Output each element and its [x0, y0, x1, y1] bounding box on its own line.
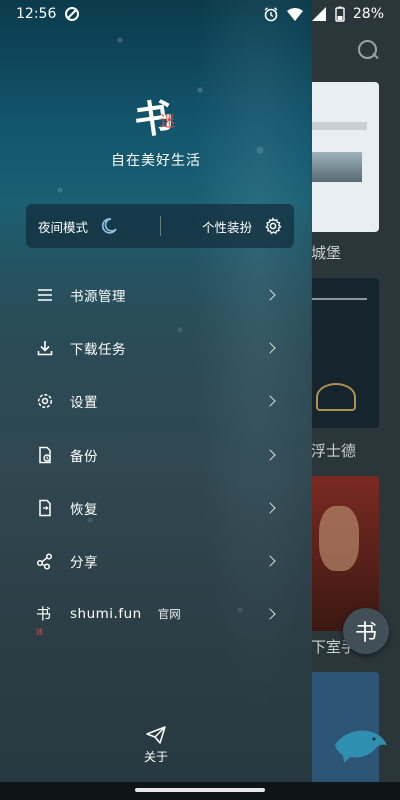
send-icon [146, 726, 166, 744]
night-mode-label: 夜间模式 [38, 219, 89, 235]
menu-item-label: 分享 [70, 555, 98, 572]
menu-item-label: 恢复 [70, 501, 98, 518]
search-icon[interactable] [356, 38, 380, 62]
book-cover[interactable] [304, 278, 379, 428]
gear-icon [265, 217, 282, 235]
menu-item-label: shumi.fun [70, 606, 142, 623]
chevron-right-icon [264, 555, 276, 567]
battery-percent: 28% [352, 6, 384, 22]
theme-label: 个性装扮 [201, 219, 252, 235]
drawer-menu: 书源管理 下载任务 设置 备份 恢复 分享 书迷 shumi.fun 官网 [0, 268, 312, 641]
menu-item-sublabel: 官网 [157, 607, 181, 622]
theme-button[interactable]: 个性装扮 [161, 204, 295, 248]
system-nav-bar [0, 782, 400, 800]
menu-item-share[interactable]: 分享 [0, 534, 312, 587]
book-title: 浮士德 [311, 442, 357, 460]
menu-item-label: 设置 [70, 395, 98, 412]
about-button[interactable]: 关于 [0, 726, 312, 765]
chevron-right-icon [264, 608, 276, 621]
data-saver-icon [65, 7, 80, 21]
navigation-drawer: 书 迷 自在美好生活 夜间模式 个性装扮 书源管理 下载任务 设置 备份 恢复 … [0, 0, 312, 800]
restore-icon [39, 499, 51, 517]
menu-item-backup[interactable]: 备份 [0, 428, 312, 481]
book-title: 城堡 [311, 244, 342, 262]
menu-item-book-sources[interactable]: 书源管理 [0, 268, 312, 321]
book-cover[interactable] [304, 82, 379, 232]
menu-item-label: 书源管理 [70, 288, 126, 305]
menu-item-settings[interactable]: 设置 [0, 375, 312, 428]
status-bar: 12:56 28% [0, 0, 400, 28]
menu-item-downloads[interactable]: 下载任务 [0, 321, 312, 374]
gear-icon [37, 394, 53, 409]
logo-icon: 书迷 [36, 605, 52, 637]
quick-settings-card: 夜间模式 个性装扮 [26, 204, 294, 248]
chevron-right-icon [264, 502, 276, 514]
battery-icon [335, 6, 345, 22]
backup-icon [39, 446, 51, 463]
signal-icon [311, 7, 326, 21]
dolphin-icon [335, 730, 387, 763]
wifi-icon [286, 8, 303, 21]
app-logo: 书 迷 [131, 93, 176, 144]
chevron-right-icon [264, 288, 276, 301]
menu-item-restore[interactable]: 恢复 [0, 481, 312, 534]
menu-item-website[interactable]: 书迷 shumi.fun 官网 [0, 588, 312, 641]
share-icon [36, 553, 53, 570]
chevron-right-icon [264, 342, 276, 354]
download-icon [37, 340, 53, 356]
floating-action-button[interactable]: 书 [343, 608, 389, 654]
about-label: 关于 [143, 750, 168, 764]
menu-item-label: 下载任务 [70, 341, 126, 358]
home-gesture-pill[interactable] [135, 788, 265, 792]
night-mode-toggle[interactable]: 夜间模式 [26, 204, 160, 248]
chevron-right-icon [264, 395, 276, 407]
alarm-icon [264, 7, 278, 22]
app-slogan: 自在美好生活 [111, 153, 201, 169]
status-time: 12:56 [16, 6, 57, 22]
moon-icon [101, 218, 117, 234]
list-icon [38, 288, 52, 301]
menu-item-label: 备份 [70, 448, 98, 465]
chevron-right-icon [264, 448, 276, 461]
